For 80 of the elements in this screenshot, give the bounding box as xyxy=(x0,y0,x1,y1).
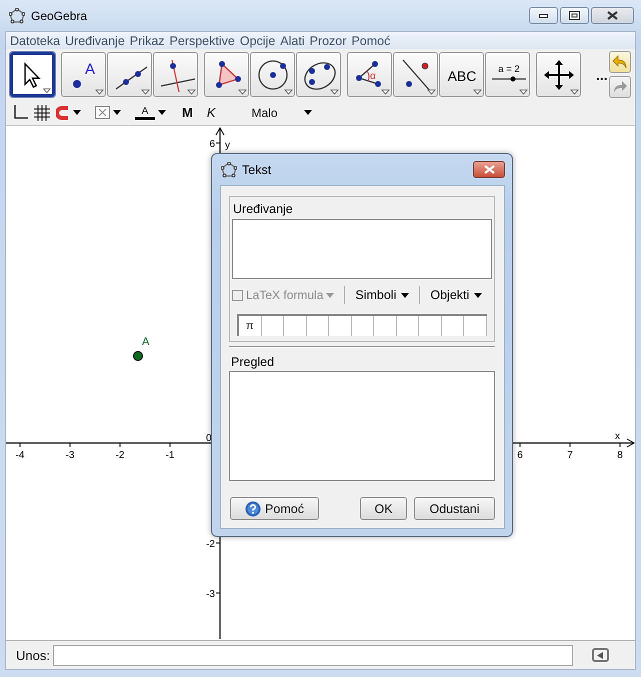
grid-icon[interactable] xyxy=(34,104,50,120)
app-logo-icon xyxy=(9,8,25,24)
close-button[interactable] xyxy=(591,7,634,24)
dialog-title: Tekst xyxy=(242,162,272,176)
tool-button[interactable] xyxy=(153,52,198,97)
tick-label: -1 xyxy=(166,450,174,461)
app-logo-icon xyxy=(221,162,237,178)
point[interactable] xyxy=(133,351,143,361)
menu-item[interactable]: Prikaz xyxy=(128,34,169,48)
color-swatch xyxy=(135,116,155,120)
axis-label: x xyxy=(615,431,620,442)
maximize-button[interactable] xyxy=(560,7,589,24)
undo-button[interactable] xyxy=(609,51,631,73)
undo-icon xyxy=(612,55,628,69)
close-button[interactable] xyxy=(473,161,505,178)
symbol-cell[interactable]: π xyxy=(239,316,262,336)
hidden-label-icon xyxy=(95,106,110,119)
caret-icon xyxy=(304,110,312,115)
tool-button[interactable] xyxy=(393,52,438,97)
magnet-icon xyxy=(56,106,70,120)
group-label: Uređivanje xyxy=(232,201,294,218)
menu-item[interactable]: Datoteka xyxy=(9,34,64,48)
help-button[interactable]: Pomoć xyxy=(230,497,319,520)
label-style-button[interactable] xyxy=(95,106,121,119)
tool-button[interactable] xyxy=(536,52,581,97)
cancel-button[interactable]: Odustani xyxy=(414,497,495,520)
menu-item[interactable]: Pomoć xyxy=(350,34,394,48)
close-icon xyxy=(484,165,494,174)
text-editor[interactable] xyxy=(232,219,492,279)
input-field[interactable] xyxy=(52,644,573,666)
group-label: Pregled xyxy=(230,354,276,371)
tick-label: 6 xyxy=(209,139,215,150)
tick-label: -2 xyxy=(116,450,124,461)
input-label: Unos: xyxy=(16,648,50,662)
ok-button[interactable]: OK xyxy=(360,497,407,520)
symbols-menu[interactable]: Simboli xyxy=(355,288,410,302)
maximize-icon xyxy=(569,11,580,20)
caret-icon xyxy=(326,292,334,298)
window-title: GeoGebra xyxy=(31,8,88,22)
bold-button[interactable]: M xyxy=(182,105,193,120)
tool-button[interactable] xyxy=(250,52,295,97)
tick-label: -2 xyxy=(206,539,215,550)
color-letter: A xyxy=(142,106,148,116)
menu-item[interactable]: Opcije xyxy=(238,34,280,48)
caret-icon xyxy=(73,110,81,115)
text-size-dropdown[interactable]: Malo xyxy=(252,106,312,120)
menu-item[interactable]: Perspektive xyxy=(168,34,239,48)
caret-icon xyxy=(113,110,121,115)
italic-button[interactable]: K xyxy=(206,105,216,120)
objects-menu[interactable]: Objekti xyxy=(430,288,482,302)
input-help-button[interactable] xyxy=(592,648,609,662)
caret-icon xyxy=(401,292,410,298)
redo-icon xyxy=(612,80,628,94)
tick-label: -3 xyxy=(206,589,215,600)
caret-icon xyxy=(158,110,166,115)
tick-label: 6 xyxy=(517,450,523,461)
tick-label: 0 xyxy=(206,433,212,444)
menu-item[interactable]: Alati xyxy=(279,34,309,48)
minimize-icon xyxy=(539,14,548,18)
menu-item[interactable]: Prozor xyxy=(308,34,350,48)
tick-label: 8 xyxy=(617,450,623,461)
more-tools-button[interactable]: ... xyxy=(596,66,608,82)
help-icon xyxy=(245,500,262,516)
tool-button[interactable] xyxy=(107,52,152,97)
caret-icon xyxy=(474,292,482,298)
minimize-button[interactable] xyxy=(529,7,558,24)
point-label: A xyxy=(142,336,150,348)
axes-icon[interactable] xyxy=(12,104,28,120)
tick-label: -3 xyxy=(66,450,74,461)
tool-button[interactable] xyxy=(204,52,249,97)
magnet-button[interactable] xyxy=(56,106,81,120)
menu-item[interactable]: Uređivanje xyxy=(64,34,129,48)
tool-button[interactable] xyxy=(10,52,55,97)
tool-button[interactable] xyxy=(296,52,341,97)
tick-label: -4 xyxy=(16,450,24,461)
close-icon xyxy=(607,11,618,20)
axis-label: y xyxy=(225,140,230,151)
tick-label: 7 xyxy=(567,450,573,461)
text-color-button[interactable]: A xyxy=(135,106,166,120)
left-triangle-icon xyxy=(597,652,604,658)
